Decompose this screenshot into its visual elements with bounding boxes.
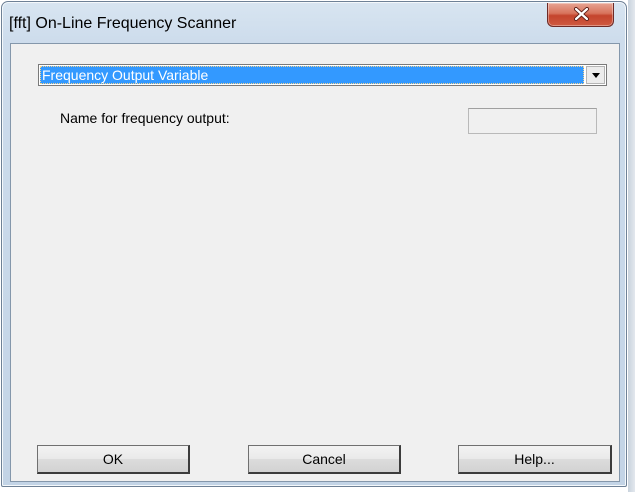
section-dropdown-value: Frequency Output Variable (40, 66, 584, 84)
screen: [fft] On-Line Frequency Scanner Frequenc… (0, 0, 635, 492)
ok-button[interactable]: OK (37, 445, 190, 474)
dialog-window: [fft] On-Line Frequency Scanner Frequenc… (1, 1, 627, 487)
chevron-down-icon (592, 73, 600, 78)
background-window-edge (628, 0, 635, 492)
frequency-output-name-field[interactable] (468, 108, 597, 134)
close-button[interactable] (547, 3, 614, 27)
section-dropdown[interactable]: Frequency Output Variable (38, 64, 607, 86)
cancel-button[interactable]: Cancel (248, 445, 401, 474)
help-button[interactable]: Help... (458, 445, 612, 474)
frequency-output-name-label: Name for frequency output: (60, 110, 230, 126)
window-title: [fft] On-Line Frequency Scanner (9, 15, 237, 32)
close-icon (574, 7, 589, 21)
dropdown-arrow-button[interactable] (586, 66, 605, 84)
dialog-client-area: Frequency Output Variable Name for frequ… (10, 43, 620, 482)
